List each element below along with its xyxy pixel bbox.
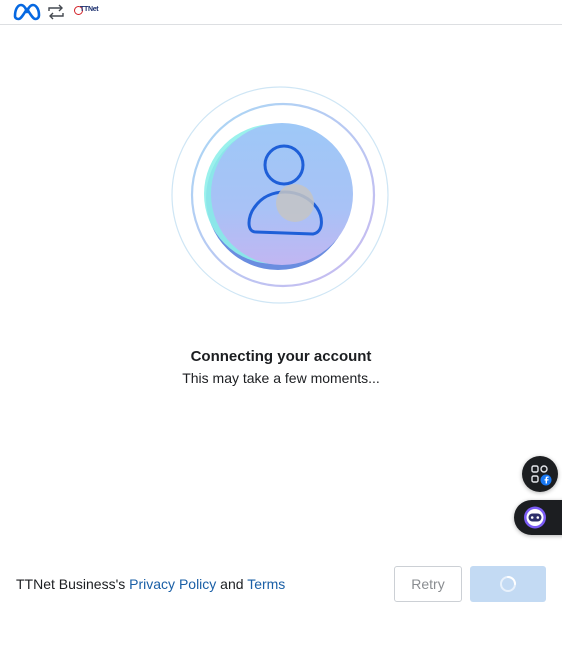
assistant-floating-button[interactable]	[514, 500, 562, 535]
status-title: Connecting your account	[190, 348, 372, 365]
two-way-arrows-icon	[48, 4, 64, 20]
legal-prefix: TTNet Business's	[16, 576, 130, 592]
apps-grid-facebook-icon	[531, 465, 553, 487]
meta-logo-icon	[13, 3, 41, 21]
ttnet-logo-text: TTNet	[80, 6, 99, 13]
user-avatar-icon	[171, 86, 389, 304]
ttnet-logo: TTNet	[74, 5, 99, 19]
loading-spinner-icon	[500, 576, 516, 592]
apps-floating-button[interactable]	[522, 456, 558, 492]
status-block: Connecting your account This may take a …	[0, 348, 562, 387]
privacy-policy-link[interactable]: Privacy Policy	[129, 576, 216, 592]
legal-text: TTNet Business's Privacy Policy and Term…	[16, 575, 285, 593]
status-subtitle: This may take a few moments...	[182, 370, 380, 386]
top-bar: TTNet	[0, 0, 562, 25]
continue-button-loading[interactable]	[470, 566, 546, 602]
assistant-bot-icon	[524, 506, 546, 529]
retry-button[interactable]: Retry	[394, 566, 462, 602]
terms-link[interactable]: Terms	[247, 576, 285, 592]
legal-and: and	[216, 576, 248, 592]
